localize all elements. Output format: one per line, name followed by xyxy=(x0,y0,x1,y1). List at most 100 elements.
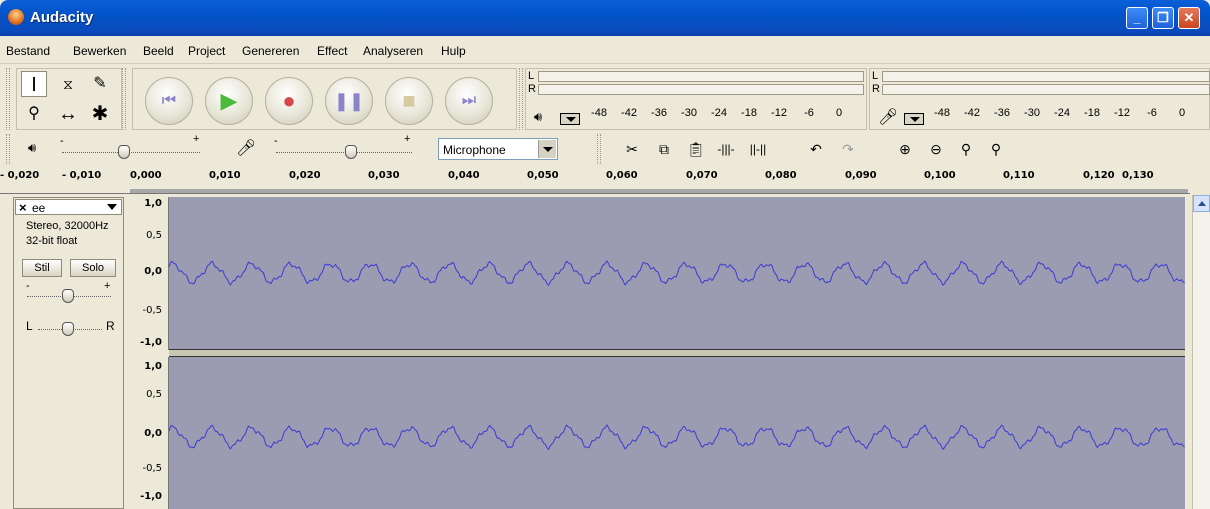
amplitude-label: -1,0 xyxy=(140,491,162,502)
recording-meter[interactable]: L R 🎤︎ -48 -42 -36 -30 -24 -18 -12 -6 0 xyxy=(869,68,1210,130)
toolbar-grip[interactable] xyxy=(6,68,10,130)
ruler-label: 0,090 xyxy=(845,170,877,181)
playback-meter[interactable]: L R 🔊︎ -48 -42 -36 -30 -24 -18 -12 -6 0 xyxy=(525,68,867,130)
channel-2-amplitude-ruler: 1,0 0,5 0,0 -0,5 -1,0 xyxy=(127,357,169,509)
menu-effect[interactable]: Effect xyxy=(317,44,347,58)
undo-icon[interactable]: ↶ xyxy=(804,138,828,160)
track-format: Stereo, 32000Hz xyxy=(26,220,109,232)
track-control-panel[interactable]: × ee Stereo, 32000Hz 32-bit float Stil S… xyxy=(13,197,124,509)
pause-button[interactable]: ❚❚ xyxy=(325,77,373,125)
waveform-channel-left[interactable] xyxy=(169,197,1185,349)
scroll-up-icon[interactable] xyxy=(1193,195,1210,212)
pan-left-label: L xyxy=(26,319,33,333)
skip-start-icon: ⏮ xyxy=(161,92,177,109)
amplitude-label: -0,5 xyxy=(142,463,162,474)
selection-tool-icon[interactable]: I xyxy=(21,71,47,97)
toolbar-grip[interactable] xyxy=(122,68,126,130)
toolbar-grip[interactable] xyxy=(597,134,601,164)
waveform-left-svg xyxy=(169,260,1185,287)
play-button[interactable]: ▶ xyxy=(205,77,253,125)
skip-end-icon: ⏭ xyxy=(461,92,477,109)
meter-left-bar xyxy=(882,71,1210,82)
draw-tool-icon[interactable]: ✎ xyxy=(87,71,113,97)
track-name-menu[interactable]: × ee xyxy=(15,199,122,215)
ruler-label: 0,030 xyxy=(368,170,400,181)
transport-toolbar: ⏮ ▶ ● ❚❚ ■ ⏭ xyxy=(132,68,517,130)
meter-left-bar xyxy=(538,71,864,82)
ruler-label: 0,070 xyxy=(686,170,718,181)
playback-volume-slider[interactable] xyxy=(62,152,200,153)
close-button[interactable]: ✕ xyxy=(1178,7,1200,29)
fit-selection-icon[interactable]: ⚲ xyxy=(954,138,978,160)
track-close-icon[interactable]: × xyxy=(19,200,27,215)
mute-button[interactable]: Stil xyxy=(22,259,62,277)
meter-right-bar xyxy=(538,84,864,95)
record-minus-label: - xyxy=(274,135,278,147)
fit-project-icon[interactable]: ⚲ xyxy=(984,138,1008,160)
pan-slider-thumb[interactable] xyxy=(62,322,74,336)
menu-project[interactable]: Project xyxy=(188,44,225,58)
menu-analyseren[interactable]: Analyseren xyxy=(363,44,423,58)
meter-scale: -48 -42 -36 -30 -24 -18 -12 -6 0 xyxy=(591,107,843,119)
ruler-label: 0,050 xyxy=(527,170,559,181)
meter-dropdown[interactable] xyxy=(904,113,924,125)
menu-bestand[interactable]: Bestand xyxy=(6,44,50,58)
cut-icon[interactable]: ✂ xyxy=(620,138,644,160)
waveform-channel-right[interactable] xyxy=(169,357,1185,509)
record-button[interactable]: ● xyxy=(265,77,313,125)
multi-tool-icon[interactable]: ✱ xyxy=(87,101,113,127)
menu-bewerken[interactable]: Bewerken xyxy=(73,44,126,58)
time-shift-tool-icon[interactable]: ↔ xyxy=(55,101,81,127)
minimize-button[interactable]: _ xyxy=(1126,7,1148,29)
amplitude-label: 0,5 xyxy=(146,230,162,241)
track-sample-format: 32-bit float xyxy=(26,235,78,247)
stop-button[interactable]: ■ xyxy=(385,77,433,125)
ruler-label: 0,080 xyxy=(765,170,797,181)
chevron-down-icon[interactable] xyxy=(538,140,556,158)
meter-left-label: L xyxy=(872,70,879,82)
copy-icon[interactable]: ⧉ xyxy=(652,138,676,160)
timeline-ruler[interactable]: - 0,020 - 0,010 0,000 0,010 0,020 0,030 … xyxy=(0,167,1190,194)
menu-beeld[interactable]: Beeld xyxy=(143,44,174,58)
playback-volume-thumb[interactable] xyxy=(118,145,131,159)
gain-minus-label: - xyxy=(26,280,30,292)
maximize-button[interactable]: ❐ xyxy=(1152,7,1174,29)
amplitude-label: -0,5 xyxy=(142,305,162,316)
volume-plus-label: + xyxy=(193,133,200,145)
redo-icon[interactable]: ↷ xyxy=(836,138,860,160)
waveform-right-svg xyxy=(169,424,1185,451)
channel-1-amplitude-ruler: 1,0 0,5 0,0 -0,5 -1,0 xyxy=(127,197,169,350)
silence-icon[interactable]: ||-|| xyxy=(746,138,770,160)
ruler-label: 0,120 xyxy=(1083,170,1115,181)
zoom-tool-icon[interactable]: ⚲ xyxy=(21,101,47,127)
menu-genereren[interactable]: Genereren xyxy=(242,44,299,58)
toolbar-grip[interactable] xyxy=(6,134,10,164)
meter-dropdown[interactable] xyxy=(560,113,580,125)
chevron-down-icon[interactable] xyxy=(107,204,117,210)
solo-button[interactable]: Solo xyxy=(70,259,116,277)
input-source-select[interactable]: Microphone xyxy=(438,138,558,160)
gain-slider-thumb[interactable] xyxy=(62,289,74,303)
meter-left-label: L xyxy=(528,70,535,82)
envelope-tool-icon[interactable]: ⧖ xyxy=(55,71,81,97)
waveform-line xyxy=(169,424,1185,451)
paste-icon[interactable]: 📋︎ xyxy=(684,138,708,160)
ruler-label: 0,100 xyxy=(924,170,956,181)
title-bar: Audacity _ ❐ ✕ xyxy=(0,0,1210,36)
record-volume-thumb[interactable] xyxy=(344,145,357,159)
pan-right-label: R xyxy=(106,319,115,333)
ruler-label: - 0,020 xyxy=(0,170,40,181)
volume-minus-label: - xyxy=(60,135,64,147)
skip-to-start-button[interactable]: ⏮ xyxy=(145,77,193,125)
menu-hulp[interactable]: Hulp xyxy=(441,44,466,58)
waveform-line xyxy=(169,260,1185,287)
vertical-scrollbar[interactable] xyxy=(1192,195,1210,509)
toolbar-grip[interactable] xyxy=(519,68,523,130)
skip-to-end-button[interactable]: ⏭ xyxy=(445,77,493,125)
zoom-in-icon[interactable]: ⊕ xyxy=(893,138,917,160)
trim-icon[interactable]: -|||- xyxy=(714,138,738,160)
channel-separator xyxy=(169,349,1185,357)
zoom-out-icon[interactable]: ⊖ xyxy=(924,138,948,160)
ruler-label: 0,020 xyxy=(289,170,321,181)
record-icon: ● xyxy=(282,88,296,113)
